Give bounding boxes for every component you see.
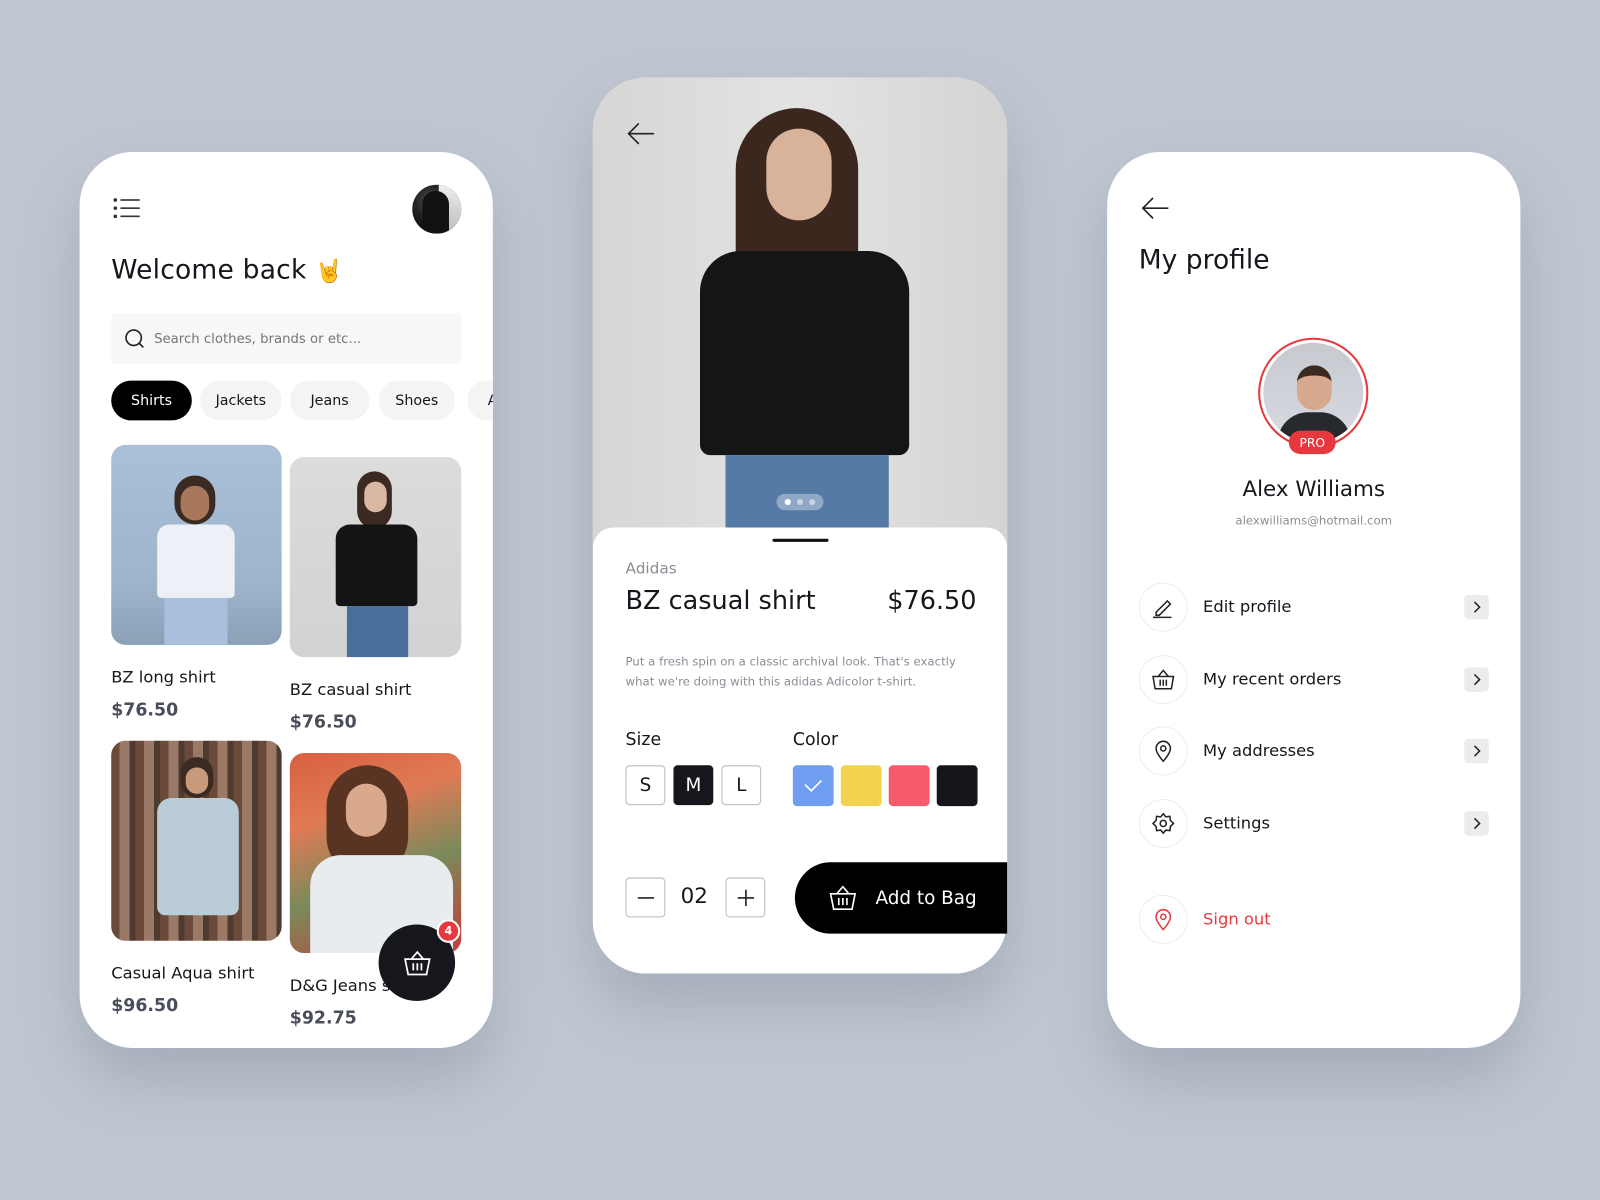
pager-dot[interactable] [796, 498, 804, 506]
product-title: BZ casual shirt [625, 585, 816, 616]
size-option-m[interactable]: M [673, 765, 714, 806]
pencil-icon [1153, 599, 1172, 619]
quantity-decrease-button[interactable] [625, 877, 666, 918]
product-price: $76.50 [289, 712, 357, 733]
settings-icon-button[interactable] [1138, 798, 1188, 848]
product-image-bz-casual-shirt[interactable] [289, 457, 462, 658]
menu-item-addresses[interactable]: My addresses [1203, 741, 1315, 760]
color-swatch-black[interactable] [936, 765, 978, 807]
location-pin-icon [1155, 740, 1172, 763]
sheet-drag-handle[interactable] [772, 538, 829, 542]
menu-item-settings[interactable]: Settings [1203, 813, 1270, 832]
back-button[interactable] [627, 122, 656, 149]
search-input[interactable] [154, 331, 440, 347]
arrow-left-icon [627, 122, 655, 145]
product-name: Casual Aqua shirt [111, 963, 255, 983]
arrow-left-icon [1141, 197, 1169, 219]
search-icon [125, 329, 144, 349]
add-to-bag-button[interactable]: Add to Bag [794, 862, 1008, 934]
page-title: My profile [1138, 244, 1270, 276]
category-chip-shirts[interactable]: Shirts [111, 380, 192, 421]
chevron-right-icon[interactable] [1464, 594, 1489, 620]
plus-icon [737, 889, 754, 906]
check-icon [804, 780, 822, 792]
chevron-right-icon[interactable] [1464, 667, 1489, 692]
pager-dot[interactable] [809, 498, 816, 506]
chevron-right-icon[interactable] [1464, 811, 1489, 836]
user-avatar[interactable] [412, 184, 462, 234]
image-pager [776, 493, 824, 511]
category-chip-jackets[interactable]: Jackets [199, 380, 282, 421]
back-button[interactable] [1141, 197, 1170, 224]
welcome-heading: Welcome back 🤘 [111, 255, 343, 286]
product-description: Put a fresh spin on a classic archival l… [625, 654, 956, 689]
location-pin-icon [1155, 908, 1172, 931]
product-price: $76.50 [111, 699, 179, 721]
search-field[interactable] [111, 313, 462, 365]
category-chip-jeans[interactable]: Jeans [289, 380, 370, 421]
cart-count-badge: 4 [436, 919, 461, 943]
color-swatch-blue[interactable] [792, 765, 834, 807]
hamburger-menu-icon [113, 198, 140, 219]
basket-icon [1152, 669, 1175, 690]
menu-item-recent-orders[interactable]: My recent orders [1203, 669, 1341, 688]
pro-badge: PRO [1288, 430, 1336, 455]
edit-profile-icon-button[interactable] [1138, 582, 1188, 632]
product-image-casual-aqua-shirt[interactable] [111, 740, 282, 941]
recent-orders-icon-button[interactable] [1138, 655, 1188, 705]
menu-button[interactable] [112, 197, 141, 219]
product-price: $76.50 [887, 585, 977, 616]
product-price: $92.75 [289, 1008, 357, 1029]
product-brand: Adidas [625, 559, 677, 578]
product-image-bz-long-shirt[interactable] [111, 444, 282, 645]
product-name: BZ long shirt [111, 667, 216, 687]
minus-icon [637, 896, 654, 899]
basket-icon [829, 885, 857, 910]
chevron-right-icon[interactable] [1464, 738, 1489, 764]
sign-out-icon-button[interactable] [1138, 894, 1188, 944]
rock-hand-emoji: 🤘 [315, 259, 344, 285]
category-chip-shoes[interactable]: Shoes [378, 380, 456, 421]
product-image-dg-jeans-shirt[interactable] [289, 753, 462, 954]
quantity-increase-button[interactable] [725, 877, 766, 918]
product-detail-screen [592, 77, 1008, 974]
gear-icon [1152, 812, 1175, 835]
basket-icon [403, 950, 431, 975]
menu-item-edit-profile[interactable]: Edit profile [1203, 597, 1291, 616]
product-price: $96.50 [111, 995, 179, 1017]
greeting-text: Welcome back [111, 255, 307, 286]
profile-email: alexwilliams@hotmail.com [1235, 513, 1393, 528]
color-label: Color [792, 729, 839, 750]
addresses-icon-button[interactable] [1138, 726, 1188, 776]
sign-out-button[interactable]: Sign out [1203, 909, 1271, 928]
profile-name: Alex Williams [1242, 476, 1386, 502]
quantity-value: 02 [680, 883, 708, 909]
size-option-l[interactable]: L [721, 765, 762, 806]
product-name: BZ casual shirt [289, 679, 412, 699]
add-to-bag-label: Add to Bag [875, 887, 977, 909]
pager-dot-active[interactable] [784, 498, 791, 506]
color-swatch-yellow[interactable] [840, 765, 882, 807]
color-swatch-red[interactable] [888, 765, 930, 807]
size-label: Size [625, 729, 662, 750]
size-option-s[interactable]: S [625, 765, 666, 806]
